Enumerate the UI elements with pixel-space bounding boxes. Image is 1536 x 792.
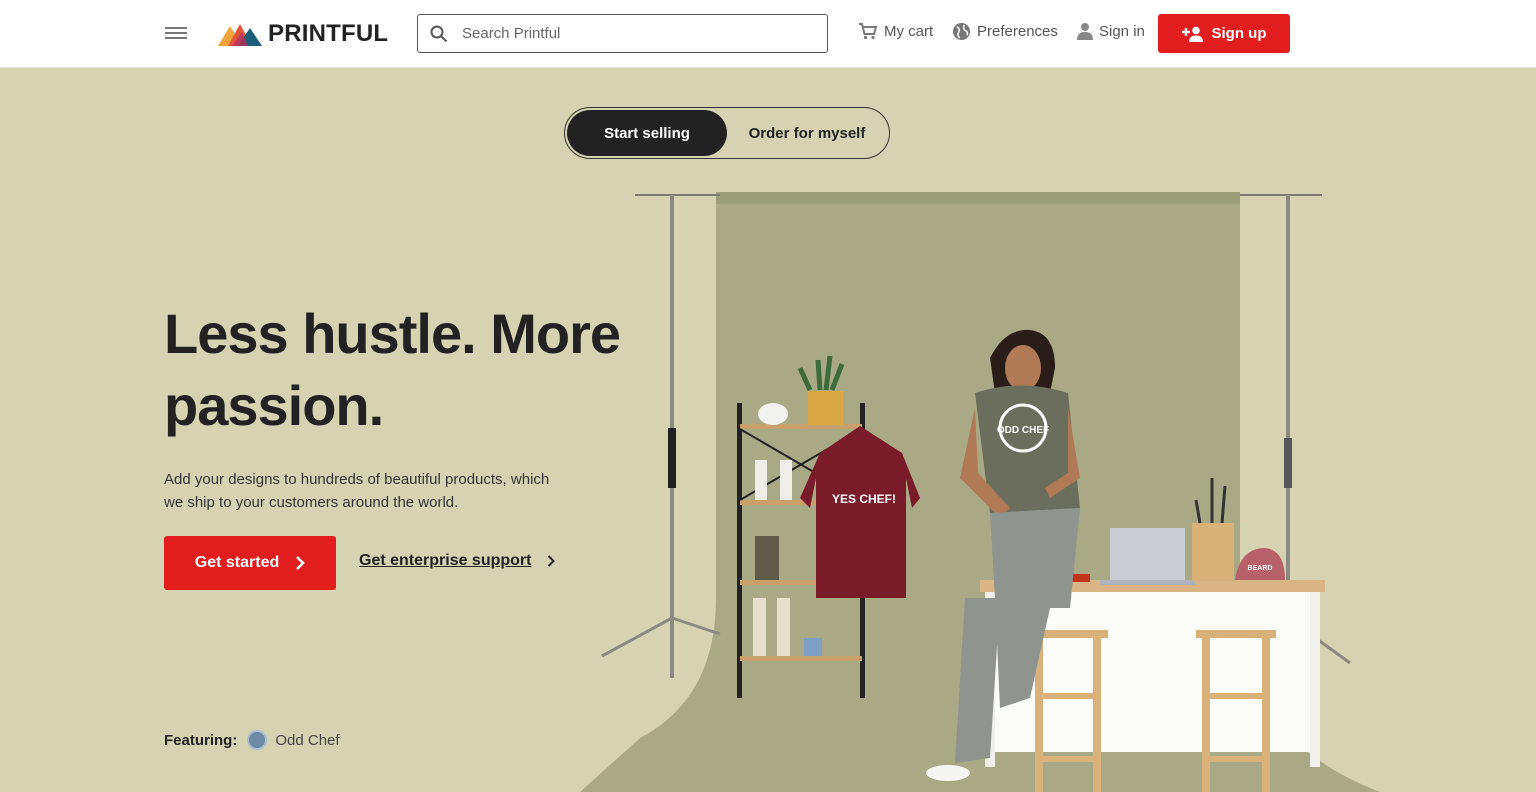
tshirt-print: ODD CHEF [997, 425, 1049, 436]
featuring-label: Featuring: [164, 731, 238, 749]
add-user-icon [1181, 26, 1203, 42]
preferences-link[interactable]: Preferences [952, 22, 1058, 41]
signin-label: Sign in [1099, 22, 1145, 40]
top-nav: PRINTFUL My cart Preferences Sign in [0, 0, 1536, 68]
hero-photo: YES CHEF! BEARD ODD CHEF [580, 192, 1380, 792]
cart-link[interactable]: My cart [858, 22, 933, 40]
tab-order-for-myself[interactable]: Order for myself [727, 110, 887, 156]
user-icon [1077, 23, 1093, 40]
enterprise-support-label: Get enterprise support [359, 552, 532, 569]
sweatshirt-print: YES CHEF! [832, 492, 896, 506]
menu-icon[interactable] [165, 24, 187, 44]
preferences-label: Preferences [977, 23, 1058, 40]
signin-link[interactable]: Sign in [1077, 22, 1145, 40]
signup-label: Sign up [1211, 25, 1267, 42]
chevron-right-icon [296, 556, 306, 570]
cart-icon [859, 23, 878, 40]
search-box[interactable] [417, 14, 828, 53]
signup-button[interactable]: Sign up [1158, 14, 1290, 53]
printful-logo-icon [218, 24, 262, 46]
odd-chef-badge-icon [247, 730, 268, 750]
hero-section: YES CHEF! BEARD ODD CHEF Start selling O… [0, 68, 1536, 792]
hero-subtext: Add your designs to hundreds of beautifu… [164, 471, 550, 511]
featuring-name[interactable]: Odd Chef [275, 732, 339, 749]
globe-icon [952, 22, 971, 41]
audience-toggle: Start selling Order for myself [564, 107, 890, 159]
enterprise-support-link[interactable]: Get enterprise support [359, 552, 556, 570]
featuring-row: Featuring: Odd Chef [164, 730, 340, 750]
get-started-button[interactable]: Get started [164, 536, 336, 590]
hero-headline: Less hustle. More passion. [164, 302, 621, 437]
logo-text: PRINTFUL [268, 20, 389, 47]
search-icon [430, 25, 448, 42]
cap-print: BEARD [1248, 565, 1273, 572]
get-started-label: Get started [194, 554, 280, 571]
cart-label: My cart [884, 22, 934, 40]
tab-start-selling[interactable]: Start selling [567, 110, 727, 156]
chevron-right-icon [548, 555, 556, 567]
logo[interactable]: PRINTFUL [218, 20, 388, 48]
search-input[interactable] [462, 25, 802, 42]
